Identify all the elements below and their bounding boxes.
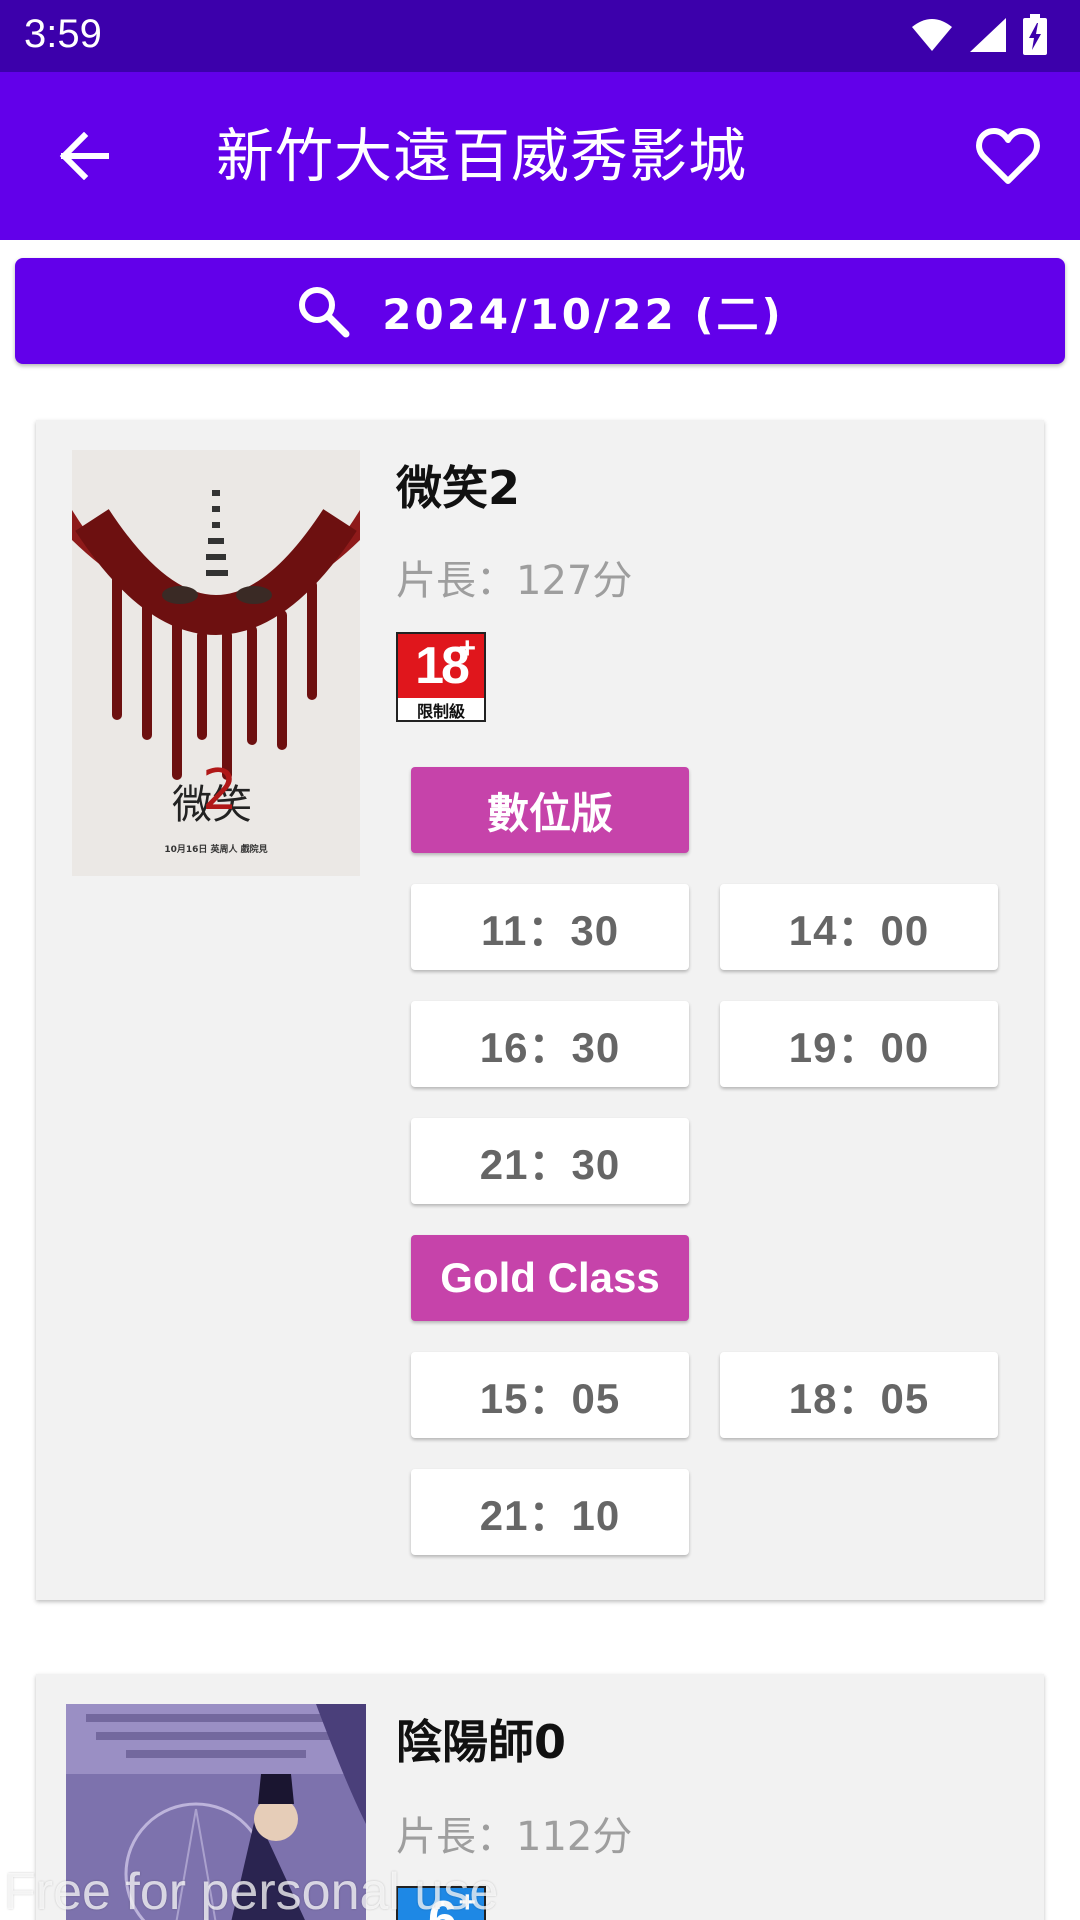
movie-poster[interactable] <box>66 1704 366 1920</box>
signal-icon <box>970 18 1006 52</box>
showtime-button[interactable]: 19：00 <box>720 1001 998 1087</box>
showtime-button[interactable]: 11：30 <box>411 884 689 970</box>
app-bar: 新竹大遠百威秀影城 <box>0 72 1080 240</box>
back-button[interactable] <box>48 124 120 188</box>
battery-icon <box>1023 14 1047 55</box>
date-selector-button[interactable]: 2024/10/22 (二) <box>15 258 1065 364</box>
format-label-gold-class: Gold Class <box>411 1235 689 1321</box>
movie-poster[interactable]: 微笑 2 10月16日 英周人 戲院見 <box>72 450 360 876</box>
rating-badge: 6 + <box>396 1886 486 1920</box>
showtime-button[interactable]: 16：30 <box>411 1001 689 1087</box>
format-label-digital: 數位版 <box>411 767 689 853</box>
status-time: 3:59 <box>24 12 102 56</box>
movie-length: 片長：112分 <box>396 1814 633 1860</box>
showtime-button[interactable]: 14：00 <box>720 884 998 970</box>
rating-number: 6 <box>428 1891 457 1920</box>
poster-title: 微笑 2 <box>172 758 252 828</box>
search-icon <box>296 284 350 338</box>
poster-caption: 10月16日 英周人 戲院見 <box>164 845 268 855</box>
showtime-button[interactable]: 18：05 <box>720 1352 998 1438</box>
page-title: 新竹大遠百威秀影城 <box>216 122 748 190</box>
showtime-button[interactable]: 21：10 <box>411 1469 689 1555</box>
heart-outline-icon <box>976 128 1040 184</box>
selected-date: 2024/10/22 (二) <box>382 289 784 339</box>
showtime-button[interactable]: 15：05 <box>411 1352 689 1438</box>
status-bar: 3:59 <box>0 0 1080 72</box>
movie-length: 片長：127分 <box>396 558 633 604</box>
showtime-button[interactable]: 21：30 <box>411 1118 689 1204</box>
movie-title: 微笑2 <box>396 461 521 515</box>
status-icons <box>910 14 1048 56</box>
movie-card: 陰陽師0 片長：112分 6 + <box>36 1674 1044 1920</box>
rating-plus: + <box>458 632 476 665</box>
rating-plus: + <box>458 1886 476 1919</box>
movie-title: 陰陽師0 <box>396 1715 567 1769</box>
rating-badge: 18 + 限制級 <box>396 632 486 722</box>
favorite-button[interactable] <box>972 120 1044 192</box>
arrow-back-icon <box>59 132 109 180</box>
movie-card: 微笑 2 10月16日 英周人 戲院見 微笑2 片長：127分 18 + 限制級 數… <box>36 420 1044 1600</box>
rating-label: 限制級 <box>416 702 465 721</box>
wifi-icon <box>912 19 952 51</box>
